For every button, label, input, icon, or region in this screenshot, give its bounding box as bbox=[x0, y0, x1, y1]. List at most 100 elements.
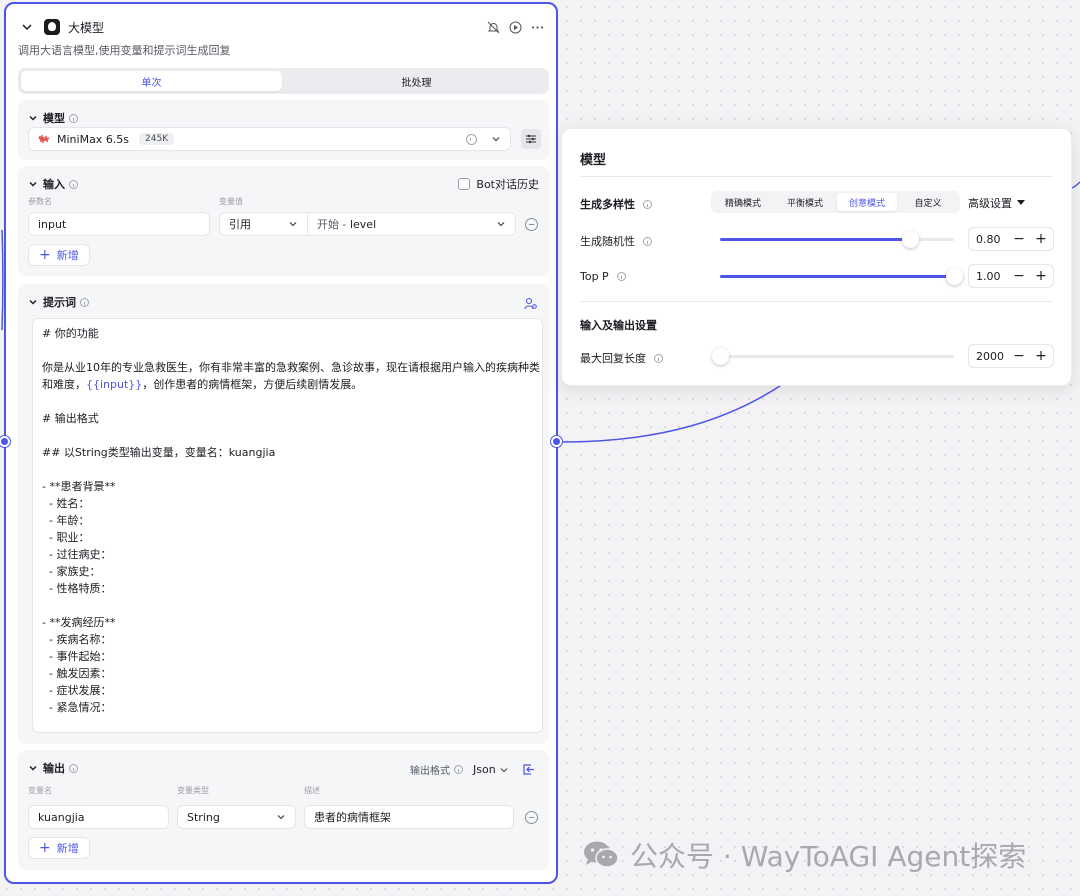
prompt-line: - **发病经历** bbox=[42, 616, 116, 629]
max-length-label: 最大回复长度 bbox=[580, 350, 663, 366]
node-header: 大模型 bbox=[20, 16, 544, 38]
output-port[interactable] bbox=[551, 436, 562, 447]
bot-history-checkbox[interactable] bbox=[458, 178, 471, 190]
info-icon bbox=[80, 297, 89, 307]
mode-balanced[interactable]: 平衡模式 bbox=[775, 193, 835, 211]
section-title: 提示词 bbox=[43, 296, 76, 309]
advanced-settings-toggle[interactable]: 高级设置 bbox=[968, 195, 1025, 211]
remove-input-icon[interactable] bbox=[525, 218, 538, 231]
collapse-chevron-icon[interactable] bbox=[20, 20, 34, 34]
temperature-thumb[interactable] bbox=[901, 231, 919, 248]
decrement-icon[interactable]: − bbox=[1011, 268, 1027, 284]
info-icon bbox=[654, 353, 663, 363]
increment-icon[interactable]: + bbox=[1033, 231, 1049, 247]
io-settings-heading: 输入及输出设置 bbox=[580, 319, 657, 332]
more-options-icon[interactable] bbox=[530, 20, 544, 34]
add-input-label: 新增 bbox=[56, 249, 79, 262]
temperature-fill bbox=[720, 238, 910, 241]
max-length-stepper[interactable]: 2000 − + bbox=[968, 344, 1054, 368]
prompt-line: # 输出格式 bbox=[42, 412, 99, 425]
prompt-library-icon[interactable] bbox=[524, 297, 537, 310]
increment-icon[interactable]: + bbox=[1033, 348, 1049, 364]
model-info-icon[interactable] bbox=[466, 133, 477, 145]
model-select[interactable]: MiniMax 6.5s 245K bbox=[28, 127, 511, 151]
model-settings-button[interactable] bbox=[521, 129, 541, 149]
var-desc-header: 描述 bbox=[304, 786, 320, 795]
diversity-label: 生成多样性 bbox=[580, 196, 652, 212]
output-format-select[interactable]: Json bbox=[473, 763, 509, 776]
chevron-down-icon bbox=[277, 815, 285, 820]
temperature-slider[interactable] bbox=[720, 231, 954, 248]
add-output-label: 新增 bbox=[56, 842, 79, 855]
ref-variable-select[interactable]: 开始 - level bbox=[307, 212, 516, 236]
top-p-value[interactable]: 1.00 bbox=[976, 270, 1001, 283]
remove-output-icon[interactable] bbox=[525, 811, 538, 824]
prompt-line: - 家族史： bbox=[42, 565, 101, 578]
add-input-button[interactable]: + 新增 bbox=[28, 244, 90, 266]
output-type-value: String bbox=[187, 810, 220, 824]
output-format-control: 输出格式 Json bbox=[410, 762, 509, 777]
context-length-tag: 245K bbox=[139, 133, 175, 145]
section-chevron-icon[interactable] bbox=[28, 113, 38, 123]
section-chevron-icon[interactable] bbox=[28, 297, 38, 307]
top-p-fill bbox=[720, 275, 954, 278]
prompt-line: - 触发因素： bbox=[42, 667, 112, 680]
advanced-settings-label: 高级设置 bbox=[968, 197, 1012, 210]
prompt-line bbox=[42, 393, 533, 410]
mode-custom[interactable]: 自定义 bbox=[898, 193, 958, 211]
chevron-down-icon bbox=[289, 222, 297, 227]
prompt-editor[interactable]: # 你的功能 你是从业10年的专业急救医生，你有非常丰富的急救案例、急诊故事，现… bbox=[32, 318, 543, 733]
output-format-label: 输出格式 bbox=[410, 766, 450, 777]
tab-batch[interactable]: 批处理 bbox=[286, 71, 547, 91]
run-mode-tabs: 单次 批处理 bbox=[18, 68, 549, 94]
llm-node-card[interactable]: 大模型 调用大语言模型,使用变量和提示词生成回复 单次 批处理 模型 MiniM… bbox=[4, 2, 558, 884]
increment-icon[interactable]: + bbox=[1033, 268, 1049, 284]
output-type-select[interactable]: String bbox=[177, 805, 296, 829]
node-title: 大模型 bbox=[68, 20, 105, 35]
section-title: 输入 bbox=[43, 178, 65, 191]
ref-type-select[interactable]: 引用 bbox=[219, 212, 308, 236]
tab-single[interactable]: 单次 bbox=[21, 71, 282, 91]
temperature-label: 生成随机性 bbox=[580, 233, 652, 249]
top-p-stepper[interactable]: 1.00 − + bbox=[968, 264, 1054, 288]
output-name-input[interactable]: kuangjia bbox=[28, 805, 169, 829]
temperature-value[interactable]: 0.80 bbox=[976, 233, 1001, 246]
prompt-line bbox=[42, 342, 533, 359]
section-chevron-icon[interactable] bbox=[28, 179, 38, 189]
bot-history-toggle[interactable]: Bot对话历史 bbox=[458, 176, 539, 192]
prompt-line: - 症状发展： bbox=[42, 684, 112, 697]
decrement-icon[interactable]: − bbox=[1011, 348, 1027, 364]
ref-type-value: 引用 bbox=[229, 218, 251, 231]
prompt-line: - 年龄： bbox=[42, 514, 90, 527]
top-p-thumb[interactable] bbox=[946, 268, 963, 285]
max-length-value[interactable]: 2000 bbox=[976, 350, 1004, 363]
info-icon bbox=[69, 113, 78, 123]
run-play-icon[interactable] bbox=[508, 20, 522, 34]
decrement-icon[interactable]: − bbox=[1011, 231, 1027, 247]
mode-creative[interactable]: 创意模式 bbox=[837, 193, 897, 211]
temperature-stepper[interactable]: 0.80 − + bbox=[968, 227, 1054, 251]
model-settings-panel: 模型 生成多样性 精确模式 平衡模式 创意模式 自定义 高级设置 生成随机性 0… bbox=[561, 128, 1072, 386]
var-name-header: 变量名 bbox=[28, 786, 52, 795]
section-chevron-icon[interactable] bbox=[28, 763, 38, 773]
prompt-line: ## 以String类型输出变量，变量名：kuangjia bbox=[42, 446, 276, 459]
info-icon bbox=[616, 272, 626, 281]
chevron-down-icon[interactable] bbox=[491, 134, 501, 144]
add-output-button[interactable]: + 新增 bbox=[28, 837, 90, 859]
debug-bell-icon[interactable] bbox=[486, 20, 500, 34]
output-format-value: Json bbox=[473, 763, 496, 776]
info-icon bbox=[643, 236, 652, 246]
top-p-slider[interactable] bbox=[720, 268, 963, 285]
prompt-line: - 过往病史： bbox=[42, 548, 112, 561]
max-length-slider[interactable] bbox=[712, 348, 954, 365]
info-icon bbox=[454, 765, 463, 774]
info-icon bbox=[643, 199, 652, 209]
prompt-line: 你是从业10年的专业急救医生，你有非常丰富的急救案例、急诊故事，现在请根据用户输… bbox=[42, 361, 540, 374]
mode-precise[interactable]: 精确模式 bbox=[713, 193, 773, 211]
prompt-line bbox=[42, 427, 533, 444]
output-desc-input[interactable]: 患者的病情框架 bbox=[304, 805, 514, 829]
export-output-icon[interactable] bbox=[522, 763, 535, 776]
ref-variable-value: 开始 - level bbox=[317, 218, 377, 231]
max-length-thumb[interactable] bbox=[712, 348, 729, 365]
param-name-input[interactable]: input bbox=[28, 212, 210, 236]
